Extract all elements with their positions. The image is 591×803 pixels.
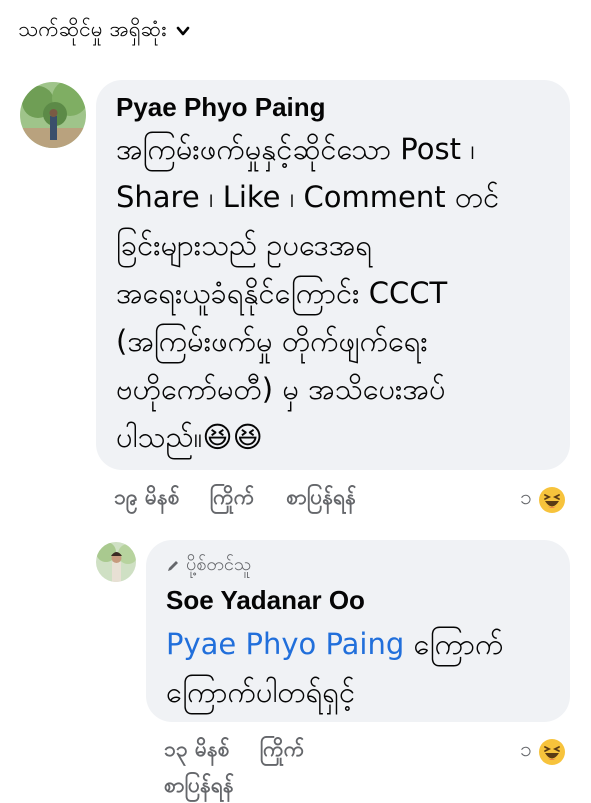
reply-button[interactable]: စာပြန်ရန် [286, 484, 356, 515]
mention-link[interactable]: Pyae Phyo Paing [166, 627, 404, 661]
like-button[interactable]: ကြိုက် [210, 484, 255, 515]
haha-reaction-icon [538, 738, 565, 765]
sort-selector[interactable]: သက်ဆိုင်မှု အရှိဆုံး [18, 14, 190, 48]
comment-bubble: Pyae Phyo Paing အကြမ်းဖက်မှုနှင့်ဆိုင်သေ… [96, 80, 570, 470]
comment-actions: ၁၉ မိနစ် ကြိုက် စာပြန်ရန် [114, 484, 356, 515]
sort-label: သက်ဆိုင်မှု အရှိဆုံး [18, 16, 167, 41]
reply-bubble: ပို့စ်တင်သူ Soe Yadanar Oo Pyae Phyo Pai… [146, 540, 570, 722]
comment-time[interactable]: ၁၃ မိနစ် [164, 736, 230, 767]
comment-actions: ၁၃ မိနစ် ကြိုက် [164, 736, 304, 767]
comment-author[interactable]: Soe Yadanar Oo [166, 585, 550, 616]
comment-text: အကြမ်းဖက်မှုနှင့်ဆိုင်သော Post ၊ Share ၊… [116, 132, 500, 454]
reaction-summary[interactable]: ၁ [520, 484, 566, 515]
comment-text: Pyae Phyo Paing ကြောက် ကြောက်ပါတရ်ရှင့် [166, 620, 550, 716]
avatar[interactable] [96, 542, 136, 582]
reaction-count: ၁ [520, 737, 532, 761]
pencil-icon [168, 560, 178, 571]
haha-reaction-icon [538, 486, 565, 513]
reaction-summary[interactable]: ၁ [520, 736, 566, 767]
avatar[interactable] [20, 82, 86, 148]
like-button[interactable]: ကြိုက် [260, 736, 305, 767]
comment-time[interactable]: ၁၉ မိနစ် [114, 484, 180, 515]
reaction-count: ၁ [520, 485, 532, 509]
author-badge: ပို့စ်တင်သူ [166, 552, 550, 579]
chevron-down-icon [177, 26, 190, 36]
author-badge-label: ပို့စ်တင်သူ [186, 554, 252, 575]
comment-author[interactable]: Pyae Phyo Paing [116, 92, 550, 123]
